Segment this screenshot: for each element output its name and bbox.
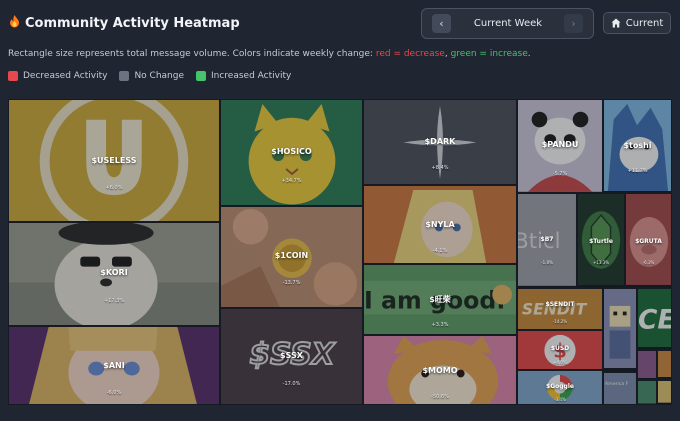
tile-change: -5.7% — [552, 171, 568, 177]
tile-gruta[interactable]: $GRUTA -6.3% — [625, 193, 672, 288]
page-title-text: Community Activity Heatmap — [25, 15, 240, 31]
tile-change: +3.3% — [431, 322, 449, 328]
header: Community Activity Heatmap ‹ Current Wee… — [0, 0, 680, 46]
current-button-label: Current — [625, 17, 664, 29]
chevron-left-icon: ‹ — [439, 17, 444, 30]
tile-change: -4.1% — [432, 248, 448, 254]
description-text: Rectangle size represents total message … — [8, 49, 376, 59]
week-navigator: ‹ Current Week › — [421, 8, 594, 39]
legend-item-no-change: No Change — [119, 71, 184, 81]
tile-change: -17.0% — [282, 381, 301, 387]
tile-symbol: $1COIN — [274, 251, 309, 260]
legend-label: Decreased Activity — [23, 71, 108, 81]
tile-wangcai[interactable]: I am good. $旺柴 +3.3% — [363, 264, 517, 335]
tile-overlay — [658, 381, 671, 404]
tile-overlay — [604, 373, 636, 404]
tile-symbol: $SENDIT — [545, 301, 575, 308]
tile-momo[interactable]: $MOMO -50.6% — [363, 335, 517, 405]
legend-item-decreased: Decreased Activity — [8, 71, 107, 81]
page-title: Community Activity Heatmap — [9, 15, 240, 31]
tile-change: +6.0% — [105, 185, 123, 191]
legend-swatch-gray — [119, 71, 130, 81]
tile-overlay — [638, 351, 656, 379]
tile-turtle[interactable]: $Turtle +13.3% — [577, 193, 625, 288]
week-label: Current Week — [473, 18, 543, 29]
tile-change: +11.7% — [627, 168, 648, 174]
previous-week-button[interactable]: ‹ — [432, 14, 451, 33]
activity-heatmap: $USELESS +6.0% $KORI +17.3% $ANI -6.0% $… — [8, 99, 672, 405]
tile-1coin[interactable]: $1COIN -13.7% — [220, 206, 363, 308]
tile-overlay — [658, 351, 671, 379]
tile-change: -3.4% — [554, 397, 566, 402]
tile-symbol: $Goggle — [546, 383, 574, 390]
tile-overlay — [638, 381, 656, 404]
tile-symbol: $HOSICO — [271, 147, 312, 156]
flame-icon — [9, 15, 20, 31]
tile-symbol: $旺柴 — [429, 295, 451, 304]
heatmap-description: Rectangle size represents total message … — [8, 49, 531, 59]
tile-overlay — [638, 289, 671, 349]
description-red-text: red = decrease — [375, 49, 445, 59]
tile-small-d[interactable] — [657, 380, 672, 405]
tile-sendit[interactable]: SENDIT $SENDIT -14.2% — [517, 288, 603, 330]
legend-label: Increased Activity — [211, 71, 292, 81]
tile-symbol: $KORI — [100, 268, 128, 277]
tile-symbol: $NYLA — [425, 220, 455, 229]
tile-symbol: $SSX — [280, 351, 303, 360]
tile-change: -6.0% — [106, 390, 122, 396]
tile-symbol: $Turtle — [589, 238, 613, 245]
tile-small-pixel[interactable] — [603, 288, 637, 372]
tile-ssx[interactable]: $SSX $SSX -17.0% — [220, 308, 363, 405]
tile-ani[interactable]: $ANI -6.0% — [8, 326, 220, 405]
tile-nyla[interactable]: $NYLA -4.1% — [363, 185, 517, 264]
tile-symbol: $DARK — [424, 137, 456, 146]
tile-small-c[interactable] — [637, 380, 657, 405]
tile-usd[interactable]: $ $USD +4.0% — [517, 330, 603, 370]
tile-small-ce[interactable]: CE — [637, 288, 672, 350]
tile-symbol: $toshi — [623, 141, 652, 150]
chevron-right-icon: › — [571, 17, 576, 30]
tile-symbol: $B7 — [540, 236, 554, 243]
home-icon — [611, 18, 621, 28]
description-suffix: . — [527, 49, 531, 59]
tile-small-b[interactable] — [657, 350, 672, 380]
tile-symbol: $ANI — [103, 361, 125, 370]
tile-change: -14.2% — [552, 319, 568, 324]
legend-item-increased: Increased Activity — [196, 71, 291, 81]
tile-change: +4.0% — [553, 360, 567, 365]
tile-small-a[interactable] — [637, 350, 657, 380]
legend-label: No Change — [134, 71, 184, 81]
tile-toshi[interactable]: $toshi +11.7% — [603, 99, 672, 193]
tile-symbol: $GRUTA — [635, 238, 662, 245]
tile-change: +34.7% — [281, 178, 302, 184]
tile-useless[interactable]: $USELESS +6.0% — [8, 99, 220, 222]
tile-b7[interactable]: Bticl $B7 -1.8% — [517, 193, 577, 288]
next-week-button[interactable]: › — [564, 14, 583, 33]
tile-change: -1.8% — [541, 260, 553, 265]
tile-change: -13.7% — [282, 280, 301, 286]
tile-symbol: $PANDU — [541, 140, 579, 149]
tile-dark[interactable]: $DARK +8.4% — [363, 99, 517, 185]
legend-swatch-green — [196, 71, 206, 81]
legend-swatch-red — [8, 71, 18, 81]
tile-small-america[interactable]: America F — [603, 372, 637, 405]
tile-change: +17.3% — [103, 298, 125, 304]
tile-change: +8.4% — [431, 165, 449, 171]
tile-goggle[interactable]: $Goggle -3.4% — [517, 370, 603, 405]
tile-change: -6.3% — [642, 260, 655, 265]
tile-symbol: $USELESS — [91, 156, 137, 165]
tile-kori[interactable]: $KORI +17.3% — [8, 222, 220, 326]
legend: Decreased Activity No Change Increased A… — [8, 71, 303, 81]
tile-hosico[interactable]: $HOSICO +34.7% — [220, 99, 363, 206]
tile-overlay — [604, 289, 636, 371]
tile-pandu[interactable]: $PANDU -5.7% — [517, 99, 603, 193]
tile-symbol: $MOMO — [422, 366, 458, 375]
tile-change: -50.6% — [431, 394, 449, 400]
description-green-text: green = increase — [450, 49, 528, 59]
current-week-button[interactable]: Current — [603, 12, 671, 34]
tile-symbol: $USD — [550, 345, 570, 352]
tile-change: +13.3% — [592, 260, 610, 265]
